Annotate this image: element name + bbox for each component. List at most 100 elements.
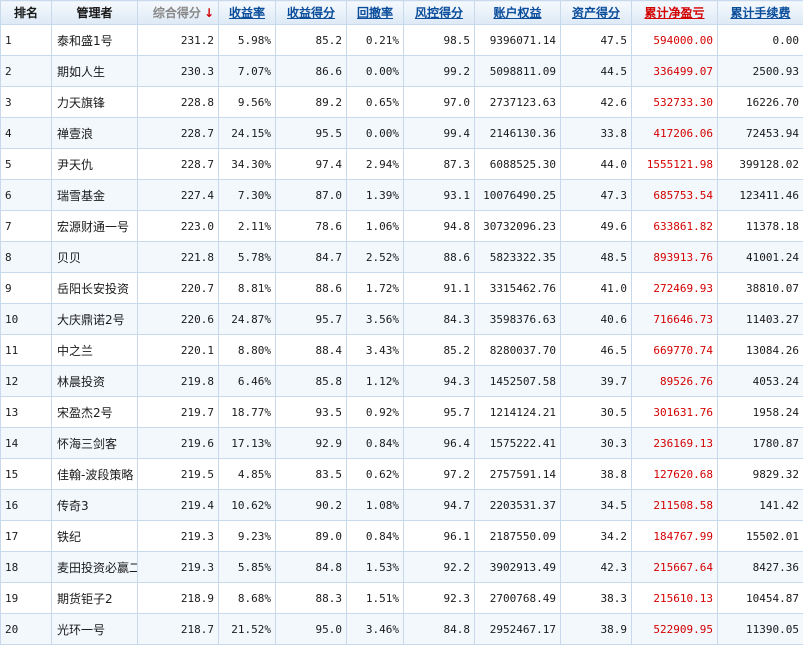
- composite-score-cell: 219.7: [138, 397, 219, 428]
- fees-cell: 123411.46: [718, 180, 803, 211]
- header-risk-score[interactable]: 风控得分: [404, 1, 475, 25]
- fees-cell: 72453.94: [718, 118, 803, 149]
- account-equity-cell: 3598376.63: [475, 304, 561, 335]
- fees-cell: 11390.05: [718, 614, 803, 645]
- fees-cell: 16226.70: [718, 87, 803, 118]
- account-equity-cell: 2757591.14: [475, 459, 561, 490]
- header-return-rate[interactable]: 收益率: [219, 1, 276, 25]
- account-equity-cell: 2146130.36: [475, 118, 561, 149]
- drawdown-rate-cell: 3.56%: [347, 304, 404, 335]
- manager-cell[interactable]: 期如人生: [52, 56, 138, 87]
- composite-score-cell: 221.8: [138, 242, 219, 273]
- drawdown-rate-cell: 3.43%: [347, 335, 404, 366]
- header-drawdown-rate[interactable]: 回撤率: [347, 1, 404, 25]
- fees-cell: 11403.27: [718, 304, 803, 335]
- rank-cell: 13: [1, 397, 52, 428]
- return-score-cell: 88.6: [276, 273, 347, 304]
- manager-cell[interactable]: 林晨投资: [52, 366, 138, 397]
- fees-cell: 9829.32: [718, 459, 803, 490]
- header-fees[interactable]: 累计手续费: [718, 1, 803, 25]
- manager-cell[interactable]: 光环一号: [52, 614, 138, 645]
- net-pnl-cell: 594000.00: [632, 25, 718, 56]
- rank-cell: 5: [1, 149, 52, 180]
- manager-cell[interactable]: 宋盈杰2号: [52, 397, 138, 428]
- net-pnl-cell: 184767.99: [632, 521, 718, 552]
- manager-cell[interactable]: 贝贝: [52, 242, 138, 273]
- drawdown-rate-cell: 0.00%: [347, 118, 404, 149]
- manager-cell[interactable]: 铁纪: [52, 521, 138, 552]
- composite-score-cell: 219.3: [138, 552, 219, 583]
- manager-cell[interactable]: 宏源财通一号: [52, 211, 138, 242]
- drawdown-rate-cell: 1.08%: [347, 490, 404, 521]
- manager-cell[interactable]: 力天旗锋: [52, 87, 138, 118]
- manager-cell[interactable]: 传奇3: [52, 490, 138, 521]
- fees-cell: 10454.87: [718, 583, 803, 614]
- table-row: 14怀海三剑客219.617.13%92.90.84%96.41575222.4…: [1, 428, 803, 459]
- manager-cell[interactable]: 期货钜子2: [52, 583, 138, 614]
- net-pnl-cell: 522909.95: [632, 614, 718, 645]
- composite-score-cell: 219.8: [138, 366, 219, 397]
- table-row: 20光环一号218.721.52%95.03.46%84.82952467.17…: [1, 614, 803, 645]
- return-score-cell: 95.5: [276, 118, 347, 149]
- risk-score-cell: 99.2: [404, 56, 475, 87]
- account-equity-cell: 5823322.35: [475, 242, 561, 273]
- manager-cell[interactable]: 大庆鼎诺2号: [52, 304, 138, 335]
- net-pnl-cell: 669770.74: [632, 335, 718, 366]
- asset-score-cell: 48.5: [561, 242, 632, 273]
- composite-score-cell: 219.6: [138, 428, 219, 459]
- drawdown-rate-cell: 2.94%: [347, 149, 404, 180]
- header-account-equity[interactable]: 账户权益: [475, 1, 561, 25]
- manager-cell[interactable]: 泰和盛1号: [52, 25, 138, 56]
- header-composite-score-label: 综合得分: [153, 6, 201, 20]
- return-score-cell: 88.4: [276, 335, 347, 366]
- return-score-cell: 97.4: [276, 149, 347, 180]
- manager-cell[interactable]: 尹天仇: [52, 149, 138, 180]
- return-rate-cell: 4.85%: [219, 459, 276, 490]
- risk-score-cell: 99.4: [404, 118, 475, 149]
- asset-score-cell: 33.8: [561, 118, 632, 149]
- table-body: 1泰和盛1号231.25.98%85.20.21%98.59396071.144…: [1, 25, 803, 645]
- header-net-pnl[interactable]: 累计净盈亏: [632, 1, 718, 25]
- drawdown-rate-cell: 1.12%: [347, 366, 404, 397]
- asset-score-cell: 49.6: [561, 211, 632, 242]
- drawdown-rate-cell: 0.00%: [347, 56, 404, 87]
- manager-cell[interactable]: 中之兰: [52, 335, 138, 366]
- table-row: 5尹天仇228.734.30%97.42.94%87.36088525.3044…: [1, 149, 803, 180]
- asset-score-cell: 40.6: [561, 304, 632, 335]
- asset-score-cell: 41.0: [561, 273, 632, 304]
- rank-cell: 2: [1, 56, 52, 87]
- manager-cell[interactable]: 瑞雪基金: [52, 180, 138, 211]
- header-composite-score[interactable]: 综合得分↓: [138, 1, 219, 25]
- rank-cell: 14: [1, 428, 52, 459]
- manager-cell[interactable]: 禅壹浪: [52, 118, 138, 149]
- asset-score-cell: 39.7: [561, 366, 632, 397]
- return-rate-cell: 2.11%: [219, 211, 276, 242]
- manager-cell[interactable]: 佳翰-波段策略: [52, 459, 138, 490]
- asset-score-cell: 47.5: [561, 25, 632, 56]
- asset-score-cell: 46.5: [561, 335, 632, 366]
- account-equity-cell: 3902913.49: [475, 552, 561, 583]
- asset-score-cell: 34.2: [561, 521, 632, 552]
- ranking-table: 排名 管理者 综合得分↓ 收益率 收益得分 回撤率 风控得分 账户权益 资产得分…: [0, 0, 803, 645]
- manager-cell[interactable]: 岳阳长安投资: [52, 273, 138, 304]
- return-rate-cell: 6.46%: [219, 366, 276, 397]
- risk-score-cell: 98.5: [404, 25, 475, 56]
- header-asset-score[interactable]: 资产得分: [561, 1, 632, 25]
- account-equity-cell: 9396071.14: [475, 25, 561, 56]
- rank-cell: 17: [1, 521, 52, 552]
- risk-score-cell: 96.4: [404, 428, 475, 459]
- net-pnl-cell: 215667.64: [632, 552, 718, 583]
- risk-score-cell: 95.7: [404, 397, 475, 428]
- rank-cell: 6: [1, 180, 52, 211]
- asset-score-cell: 38.8: [561, 459, 632, 490]
- table-row: 18麦田投资必赢二219.35.85%84.81.53%92.23902913.…: [1, 552, 803, 583]
- composite-score-cell: 228.7: [138, 149, 219, 180]
- return-rate-cell: 21.52%: [219, 614, 276, 645]
- header-return-score[interactable]: 收益得分: [276, 1, 347, 25]
- return-rate-cell: 18.77%: [219, 397, 276, 428]
- rank-cell: 12: [1, 366, 52, 397]
- manager-cell[interactable]: 麦田投资必赢二: [52, 552, 138, 583]
- manager-cell[interactable]: 怀海三剑客: [52, 428, 138, 459]
- fees-cell: 8427.36: [718, 552, 803, 583]
- table-row: 2期如人生230.37.07%86.60.00%99.25098811.0944…: [1, 56, 803, 87]
